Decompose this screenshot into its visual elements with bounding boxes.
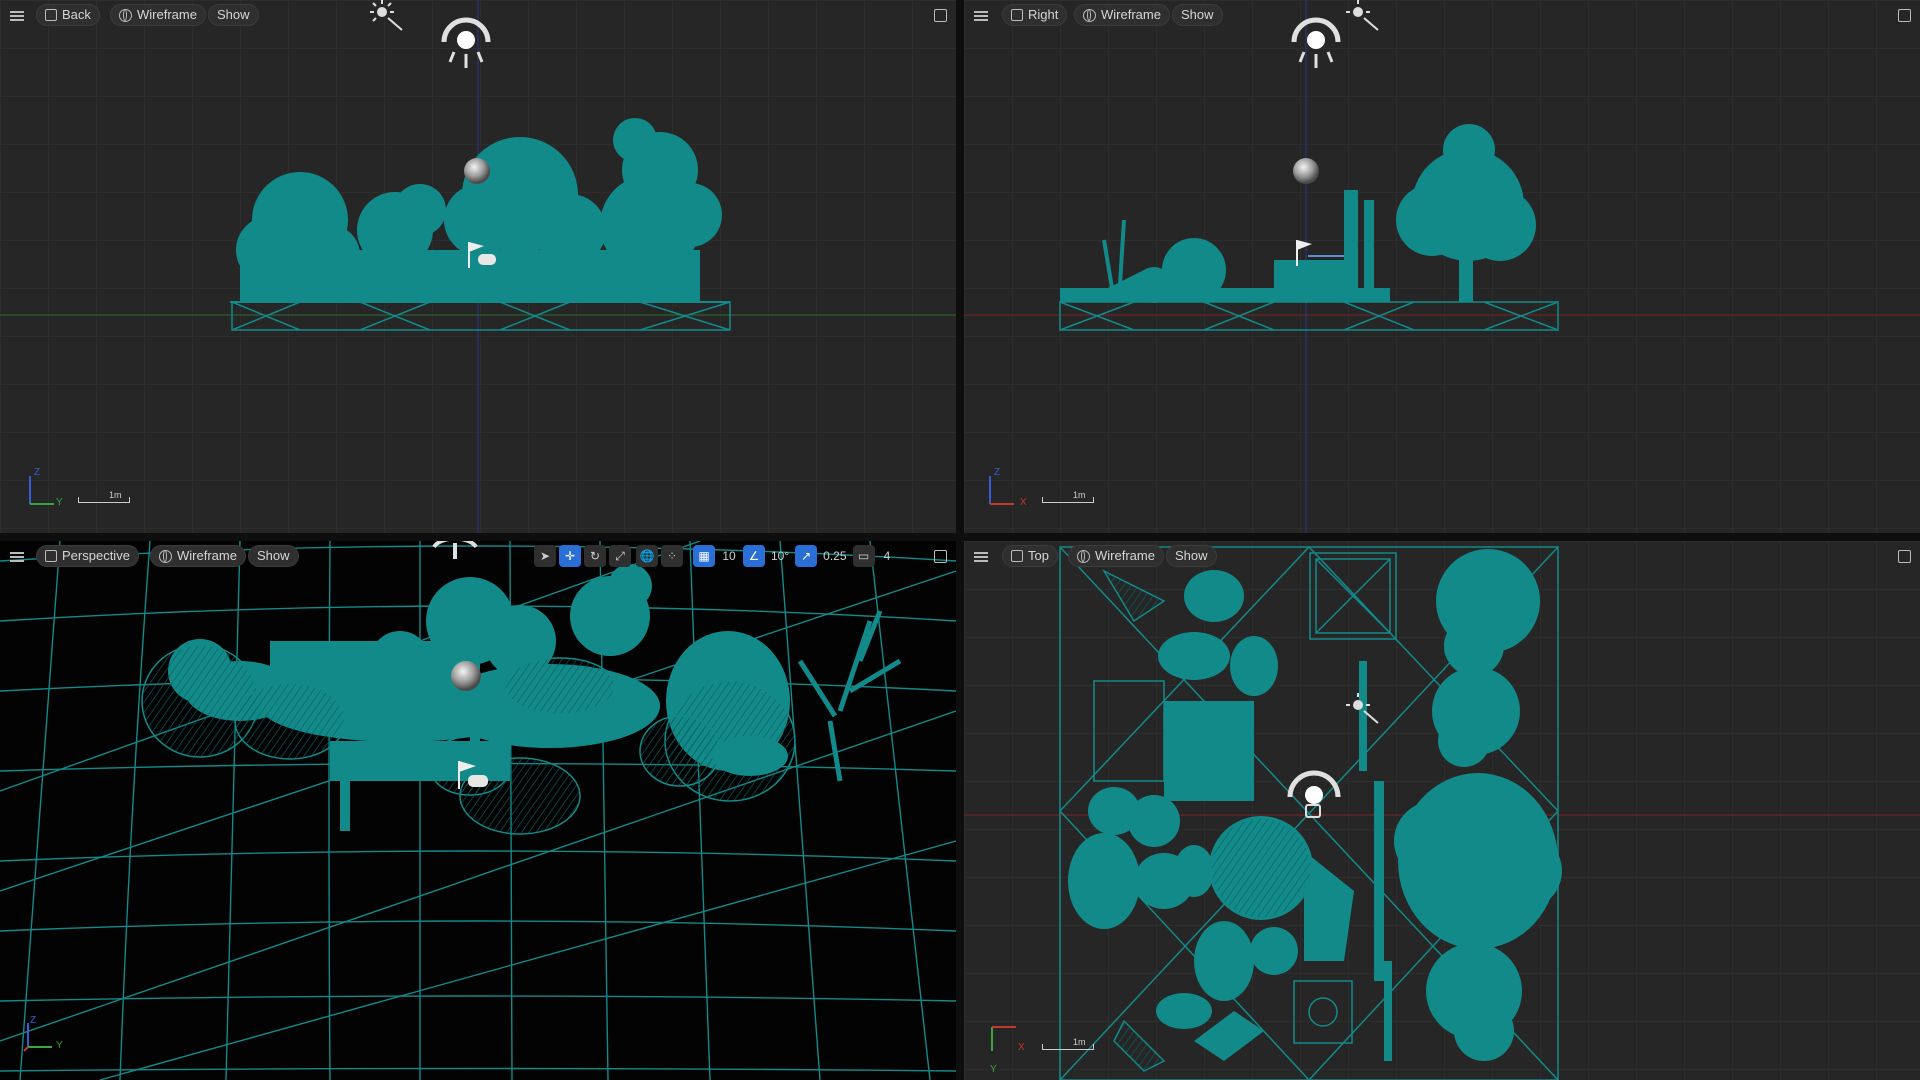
- viewport-right[interactable]: Right Wireframe Show X Z 1m: [964, 0, 1920, 533]
- skylight-icon[interactable]: [438, 10, 494, 74]
- view-mode-label: Wireframe: [137, 7, 197, 22]
- view-mode-label: Wireframe: [1101, 7, 1161, 22]
- show-button[interactable]: Show: [1166, 545, 1217, 567]
- sphere-reflection-icon[interactable]: [449, 659, 483, 693]
- axis-h-label: Y: [56, 497, 63, 508]
- axis-h-label: X: [1018, 1042, 1025, 1053]
- cube-icon: [1011, 550, 1023, 562]
- axis-v-label: Z: [34, 467, 41, 478]
- viewport-top-scene: [964, 541, 1920, 1080]
- viewport-top[interactable]: Top Wireframe Show X Y 1m: [964, 541, 1920, 1080]
- globe-icon: [1083, 8, 1096, 22]
- scale-label: 1m: [109, 490, 122, 500]
- skylight-icon[interactable]: [428, 541, 482, 561]
- viewport-right-scene: [964, 0, 1920, 533]
- view-mode-label: Wireframe: [1095, 548, 1155, 563]
- show-label: Show: [1181, 7, 1214, 22]
- scale-bar: [1042, 497, 1094, 503]
- view-type-button[interactable]: Right: [1002, 4, 1068, 26]
- axis-h-label: Y: [56, 1040, 63, 1051]
- view-type-label: Right: [1028, 7, 1059, 22]
- view-type-label: Perspective: [62, 548, 130, 563]
- player-start-icon[interactable]: [456, 759, 492, 791]
- show-button[interactable]: Show: [1172, 4, 1223, 26]
- directional-light-icon[interactable]: [364, 0, 406, 32]
- scale-label: 1m: [1073, 490, 1086, 500]
- show-label: Show: [1175, 548, 1208, 563]
- viewport-splitter-horizontal[interactable]: [0, 533, 1920, 541]
- player-start-icon[interactable]: [466, 240, 500, 270]
- view-type-button[interactable]: Back: [36, 4, 100, 26]
- view-type-label: Top: [1028, 548, 1049, 563]
- axis-h-label: X: [1020, 497, 1027, 508]
- globe-icon: [1077, 549, 1090, 563]
- view-mode-button[interactable]: Wireframe: [1068, 545, 1164, 567]
- show-button[interactable]: Show: [208, 4, 259, 26]
- show-label: Show: [217, 7, 250, 22]
- view-mode-button[interactable]: Wireframe: [150, 545, 246, 567]
- show-button[interactable]: Show: [248, 545, 299, 567]
- directional-light-icon[interactable]: [1340, 0, 1382, 32]
- viewport-perspective-scene: [0, 541, 956, 1080]
- axis-v-label: Y: [990, 1064, 997, 1075]
- cube-icon: [45, 9, 57, 21]
- cube-icon: [45, 550, 57, 562]
- view-type-label: Back: [62, 7, 91, 22]
- axis-v-label: Z: [994, 467, 1001, 478]
- view-type-button[interactable]: Top: [1002, 545, 1058, 567]
- view-type-button[interactable]: Perspective: [36, 545, 139, 567]
- globe-icon: [159, 549, 172, 563]
- cube-icon: [1011, 9, 1023, 21]
- directional-light-icon[interactable]: [1340, 691, 1382, 725]
- scale-label: 1m: [1073, 1037, 1086, 1047]
- view-mode-label: Wireframe: [177, 548, 237, 563]
- viewport-perspective[interactable]: Perspective Wireframe Show ➤ ✛ ↻ ⤢ 🌐 ⁘ ▦…: [0, 541, 956, 1080]
- axis-gizmo: [989, 476, 1014, 505]
- viewport-back[interactable]: Back Wireframe Show Y Z 1m: [0, 0, 956, 533]
- player-start-icon[interactable]: [1294, 238, 1348, 268]
- view-mode-button[interactable]: Wireframe: [1074, 4, 1170, 26]
- skylight-icon[interactable]: [1284, 765, 1344, 825]
- sphere-reflection-icon[interactable]: [462, 156, 492, 186]
- skylight-icon[interactable]: [1288, 10, 1344, 74]
- axis-gizmo: [23, 1023, 52, 1052]
- view-mode-button[interactable]: Wireframe: [110, 4, 206, 26]
- scale-bar: [1042, 1044, 1094, 1050]
- scale-bar: [78, 497, 130, 503]
- show-label: Show: [257, 548, 290, 563]
- globe-icon: [119, 8, 132, 22]
- sphere-reflection-icon[interactable]: [1291, 156, 1321, 186]
- axis-v-label: Z: [30, 1015, 37, 1026]
